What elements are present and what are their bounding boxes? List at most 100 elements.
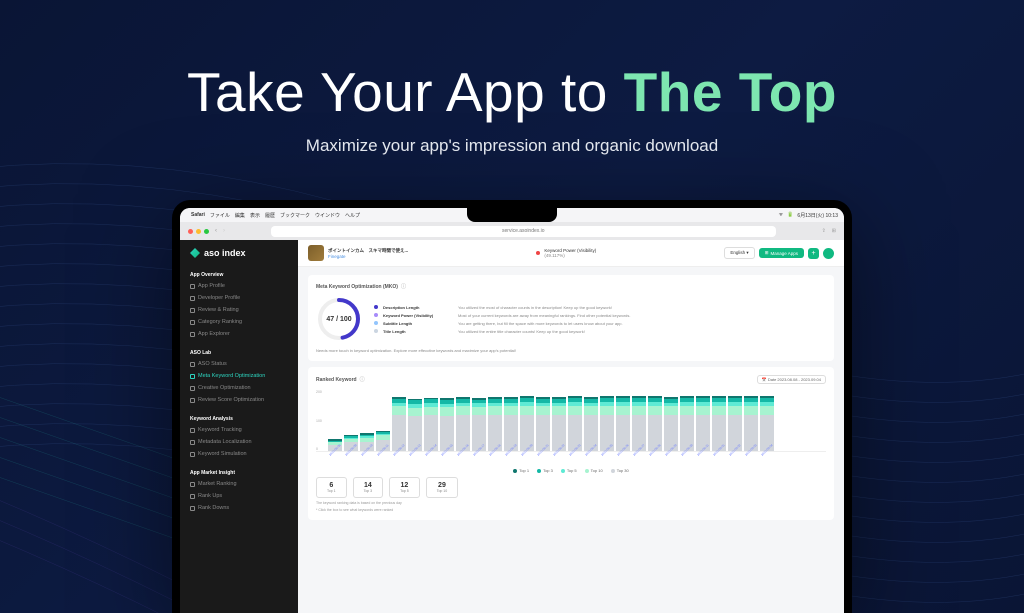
chart-legend-item[interactable]: Top 5 (561, 468, 577, 473)
app-icon[interactable] (308, 245, 324, 261)
bar-column[interactable] (632, 390, 646, 451)
menu-history[interactable]: 履歴 (265, 212, 275, 219)
bar-segment (600, 406, 614, 415)
bar-column[interactable] (616, 390, 630, 451)
nav-review-opt[interactable]: Review Score Optimization (180, 394, 298, 406)
chart-legend-item[interactable]: Top 3 (537, 468, 553, 473)
bar-segment (664, 406, 678, 415)
bar-column[interactable] (424, 390, 438, 451)
info-icon[interactable]: ⓘ (401, 283, 406, 290)
tabs-icon[interactable]: ⊞ (832, 228, 836, 234)
nav-kw-tracking[interactable]: Keyword Tracking (180, 424, 298, 436)
nav-meta-keyword[interactable]: Meta Keyword Optimization (180, 370, 298, 382)
bar-column[interactable] (536, 390, 550, 451)
app-publisher[interactable]: Finegate (328, 254, 408, 259)
stat-box[interactable]: 12Top 5 (389, 477, 420, 498)
bar-segment (392, 406, 406, 415)
language-selector[interactable]: English ▾ (724, 247, 754, 259)
info-icon[interactable]: ⓘ (360, 376, 365, 383)
menubar-app[interactable]: Safari (191, 212, 205, 218)
nav-rank-downs[interactable]: Rank Downs (180, 502, 298, 514)
bar-column[interactable] (360, 390, 374, 451)
bar-column[interactable] (600, 390, 614, 451)
bar-column[interactable] (744, 390, 758, 451)
nav-kw-sim[interactable]: Keyword Simulation (180, 448, 298, 460)
nav-label: Rank Ups (198, 493, 222, 499)
nav-label: Keyword Tracking (198, 427, 242, 433)
add-button[interactable]: + (808, 248, 819, 259)
bar-column[interactable] (664, 390, 678, 451)
bar-column[interactable] (440, 390, 454, 451)
nav-creative[interactable]: Creative Optimization (180, 382, 298, 394)
nav-review[interactable]: Review & Rating (180, 304, 298, 316)
close-button[interactable] (188, 229, 193, 234)
score-value: 47 / 100 (316, 296, 362, 342)
url-bar[interactable]: service.asoindex.io (271, 226, 776, 237)
window-controls (188, 229, 209, 234)
menu-bookmarks[interactable]: ブックマーク (280, 212, 310, 219)
bar-column[interactable] (520, 390, 534, 451)
chart-legend-item[interactable]: Top 10 (585, 468, 603, 473)
nav-dev-profile[interactable]: Developer Profile (180, 292, 298, 304)
maximize-button[interactable] (204, 229, 209, 234)
date-range-picker[interactable]: 📅 Date 2023.08.08 - 2023.09.04 (757, 375, 826, 384)
bar-column[interactable] (584, 390, 598, 451)
chart-legend-item[interactable]: Top 1 (513, 468, 529, 473)
menu-view[interactable]: 表示 (250, 212, 260, 219)
bar-column[interactable] (728, 390, 742, 451)
nav-explorer[interactable]: App Explorer (180, 328, 298, 340)
stat-box[interactable]: 6Top 1 (316, 477, 347, 498)
mko-title-text: Meta Keyword Optimization (MKO) (316, 284, 398, 290)
bar-column[interactable] (376, 390, 390, 451)
bar-column[interactable] (328, 390, 342, 451)
bar-column[interactable] (680, 390, 694, 451)
nav-category[interactable]: Category Ranking (180, 316, 298, 328)
avatar[interactable] (823, 248, 834, 259)
status-dot-icon (536, 251, 540, 255)
bar-column[interactable] (760, 390, 774, 451)
nav-rank-ups[interactable]: Rank Ups (180, 490, 298, 502)
bar-column[interactable] (344, 390, 358, 451)
stat-number: 12 (400, 482, 409, 489)
bar-column[interactable] (648, 390, 662, 451)
menu-window[interactable]: ウインドウ (315, 212, 340, 219)
legend-dot-icon (561, 469, 565, 473)
bar-column[interactable] (488, 390, 502, 451)
bar-column[interactable] (472, 390, 486, 451)
nav-metadata[interactable]: Metadata Localization (180, 436, 298, 448)
nav-back-icon[interactable]: ‹ (215, 228, 217, 234)
mko-title: Meta Keyword Optimization (MKO) ⓘ (316, 283, 826, 290)
bar-column[interactable] (552, 390, 566, 451)
bar-column[interactable] (712, 390, 726, 451)
bar-column[interactable] (392, 390, 406, 451)
bar-column[interactable] (568, 390, 582, 451)
menubar-date[interactable]: 6月13日(火) 10:13 (797, 212, 838, 219)
menu-file[interactable]: ファイル (210, 212, 230, 219)
bar-column[interactable] (408, 390, 422, 451)
menu-help[interactable]: ヘルプ (345, 212, 360, 219)
legend-dot-icon (513, 469, 517, 473)
stat-box[interactable]: 29Top 10 (426, 477, 459, 498)
logo[interactable]: aso index (180, 248, 298, 266)
bar-column[interactable] (504, 390, 518, 451)
share-icon[interactable]: ⇪ (822, 228, 826, 234)
chart-legend-item[interactable]: Top 30 (611, 468, 629, 473)
nav-app-profile[interactable]: App Profile (180, 280, 298, 292)
nav-aso-status[interactable]: ASO Status (180, 358, 298, 370)
battery-icon[interactable]: 🔋 (787, 212, 793, 218)
bar-column[interactable] (456, 390, 470, 451)
x-axis: 2023-08-082023-08-092023-08-102023-08-11… (316, 454, 826, 458)
minimize-button[interactable] (196, 229, 201, 234)
laptop-notch (467, 208, 557, 222)
nav-label: Review Score Optimization (198, 397, 264, 403)
nav-market-rank[interactable]: Market Ranking (180, 478, 298, 490)
nav-fwd-icon[interactable]: › (223, 228, 225, 234)
wifi-icon[interactable]: ᯤ (779, 212, 784, 218)
legend-desc: You utilized the most of character count… (458, 305, 826, 310)
manage-apps-button[interactable]: ⊞Manage Apps (759, 248, 804, 258)
bar-icon (190, 482, 195, 487)
lang-label: English (730, 250, 745, 255)
bar-column[interactable] (696, 390, 710, 451)
menu-edit[interactable]: 編集 (235, 212, 245, 219)
stat-box[interactable]: 14Top 3 (353, 477, 384, 498)
